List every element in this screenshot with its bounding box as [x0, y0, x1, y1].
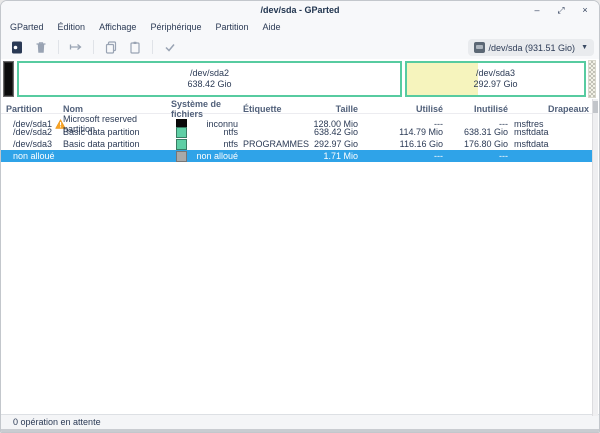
copy-partition-button[interactable] — [99, 37, 123, 57]
partition-size: 292.97 Gio — [307, 139, 360, 149]
filesystem-color-swatch — [176, 151, 187, 162]
gparted-window: /dev/sda - GParted – ⤢ × GParted Édition… — [0, 0, 600, 433]
partition-table: Partition Nom Système de fichiers Étique… — [1, 99, 592, 162]
toolbar-separator — [152, 40, 153, 54]
partition-label-name: Basic data partition — [63, 127, 171, 137]
empty-area — [1, 162, 599, 414]
disk-segment-sda3[interactable]: /dev/sda3 292.97 Gio — [405, 61, 586, 97]
partition-label-name: Basic data partition — [63, 139, 171, 149]
column-header-nom[interactable]: Nom — [63, 104, 171, 114]
menu-aide[interactable]: Aide — [256, 19, 288, 35]
disk-segment-sda1[interactable] — [3, 61, 14, 97]
copy-icon — [104, 40, 118, 55]
paste-partition-button[interactable] — [123, 37, 147, 57]
menu-affichage[interactable]: Affichage — [92, 19, 143, 35]
column-header-partition[interactable]: Partition — [1, 104, 63, 114]
partition-used: 116.16 Gio — [360, 139, 445, 149]
column-header-drapeaux[interactable]: Drapeaux — [510, 104, 592, 114]
disk-segment-unallocated[interactable] — [588, 60, 596, 98]
partition-etiquette: PROGRAMMES — [243, 139, 307, 149]
disk-segment-sda2[interactable]: /dev/sda2 638.42 Gio — [17, 61, 402, 97]
sda3-size: 292.97 Gio — [473, 79, 517, 90]
partition-size: 638.42 Gio — [307, 127, 360, 137]
table-header: Partition Nom Système de fichiers Étique… — [1, 99, 592, 114]
partition-unused: --- — [445, 151, 510, 161]
vertical-scrollbar[interactable] — [592, 99, 598, 416]
partition-size: 1.71 Mio — [307, 151, 360, 161]
toolbar: /dev/sda (931.51 Gio) ▼ — [1, 35, 599, 59]
new-partition-icon — [10, 40, 24, 55]
minimize-icon[interactable]: – — [531, 1, 543, 19]
new-partition-button[interactable] — [5, 37, 29, 57]
partition-name: non alloué — [13, 151, 55, 161]
resize-move-button[interactable] — [64, 37, 88, 57]
menu-gparted[interactable]: GParted — [3, 19, 51, 35]
table-row-sda3[interactable]: /dev/sda3 Basic data partition ntfs PROG… — [1, 138, 592, 150]
partition-name: /dev/sda3 — [13, 139, 52, 149]
toolbar-separator — [93, 40, 94, 54]
partition-used: 114.79 Mio — [360, 127, 445, 137]
partition-unused: 638.31 Gio — [445, 127, 510, 137]
partition-flags: msftdata — [510, 139, 592, 149]
apply-operations-button[interactable] — [158, 37, 182, 57]
close-icon[interactable]: × — [579, 1, 591, 19]
delete-partition-button[interactable] — [29, 37, 53, 57]
drive-icon — [474, 42, 485, 53]
title-bar[interactable]: /dev/sda - GParted – ⤢ × — [1, 1, 599, 19]
maximize-icon[interactable]: ⤢ — [555, 1, 567, 19]
trash-icon — [34, 40, 48, 55]
window-title: /dev/sda - GParted — [260, 5, 339, 15]
filesystem-color-swatch — [176, 127, 187, 138]
column-header-utilise[interactable]: Utilisé — [360, 104, 445, 114]
toolbar-separator — [58, 40, 59, 54]
column-header-etiquette[interactable]: Étiquette — [243, 104, 307, 114]
partition-name: /dev/sda2 — [13, 127, 52, 137]
table-row-sda2[interactable]: /dev/sda2 Basic data partition ntfs 638.… — [1, 126, 592, 138]
menu-partition[interactable]: Partition — [208, 19, 255, 35]
table-row-unallocated-selected[interactable]: non alloué non alloué 1.71 Mio --- --- — [1, 150, 592, 162]
menu-bar: GParted Édition Affichage Périphérique P… — [1, 19, 599, 35]
sda2-label: /dev/sda2 — [190, 68, 229, 79]
disk-visual-bar: /dev/sda2 638.42 Gio /dev/sda3 292.97 Gi… — [1, 59, 599, 99]
sda2-size: 638.42 Gio — [187, 79, 231, 90]
filesystem-name: ntfs — [187, 127, 243, 137]
sda3-label: /dev/sda3 — [476, 68, 515, 79]
pending-operations-text: 0 opération en attente — [13, 417, 101, 427]
column-header-inutilise[interactable]: Inutilisé — [445, 104, 510, 114]
window-controls: – ⤢ × — [531, 1, 591, 19]
checkmark-icon — [163, 41, 177, 54]
table-row-sda1[interactable]: /dev/sda1 Microsoft reserved partition i… — [1, 114, 592, 126]
menu-edition[interactable]: Édition — [51, 19, 93, 35]
chevron-down-icon: ▼ — [581, 44, 588, 51]
resize-arrow-icon — [68, 40, 84, 54]
scrollbar-thumb[interactable] — [593, 101, 598, 113]
device-selector[interactable]: /dev/sda (931.51 Gio) ▼ — [468, 39, 595, 56]
device-selector-label: /dev/sda (931.51 Gio) — [489, 43, 576, 53]
column-header-taille[interactable]: Taille — [307, 104, 360, 114]
filesystem-name: ntfs — [187, 139, 243, 149]
filesystem-name: non alloué — [187, 151, 243, 161]
sda3-used-fill — [407, 63, 478, 95]
paste-icon — [128, 40, 142, 55]
filesystem-color-swatch — [176, 139, 187, 150]
partition-used: --- — [360, 151, 445, 161]
menu-peripherique[interactable]: Périphérique — [143, 19, 208, 35]
column-header-filesystem[interactable]: Système de fichiers — [171, 99, 243, 119]
partition-flags: msftdata — [510, 127, 592, 137]
status-bar: 0 opération en attente — [1, 414, 599, 429]
partition-unused: 176.80 Gio — [445, 139, 510, 149]
window-bottom-edge — [1, 429, 599, 432]
